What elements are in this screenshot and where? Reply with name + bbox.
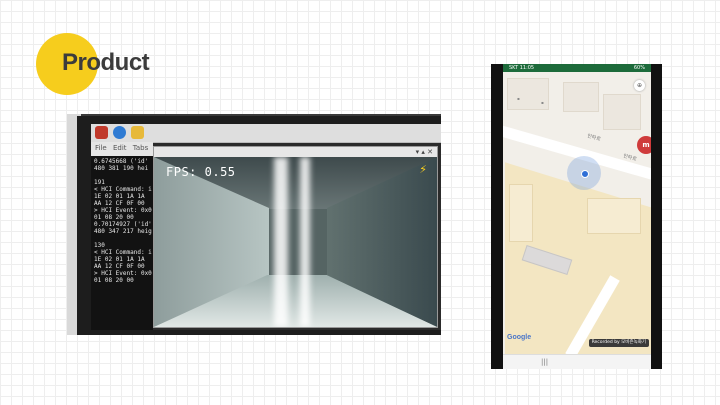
terminal-line: 130: [94, 242, 105, 249]
terminal-line: AA 12 CF 0F 00: [94, 263, 145, 270]
browser-icon[interactable]: [113, 126, 126, 139]
phone-screen: SKT 11:05 60% ▪ ▪ 인하로 인하로 ⊕ m Google Rec…: [503, 64, 651, 369]
folder-icon[interactable]: [131, 126, 144, 139]
road-label: 인하로: [586, 133, 602, 143]
terminal-line: 480 347 217 heig: [94, 228, 152, 235]
desktop-taskbar: [91, 124, 441, 143]
map-poi-label: ▪: [541, 100, 544, 105]
terminal-output: 0.6745668 ('id' 480 381 190 hei 191 < HC…: [91, 156, 153, 330]
camera-window[interactable]: ▾ ▴ ✕ FPS: 0.55 ⚡: [153, 146, 438, 328]
recorder-badge: Recorded by 모비즌녹화기: [588, 339, 649, 347]
terminal-line: > HCI Event: 0x0: [94, 207, 152, 214]
terminal-line: AA 12 CF 0F 00: [94, 200, 145, 207]
terminal-line: 0.6745668 ('id': [94, 158, 149, 165]
map-building: [587, 198, 641, 234]
menu-file[interactable]: File: [95, 144, 107, 152]
lightning-icon: ⚡: [419, 163, 427, 176]
terminal-window[interactable]: File Edit Tabs 0.6745668 ('id' 480 381 1…: [91, 142, 153, 330]
menu-tabs[interactable]: Tabs: [133, 144, 149, 152]
monitor-screen: File Edit Tabs 0.6745668 ('id' 480 381 1…: [91, 124, 441, 330]
map-view[interactable]: ▪ ▪ 인하로 인하로 ⊕ m Google Recorded by 모비즌녹화…: [503, 72, 651, 355]
terminal-line: 01 08 20 00: [94, 277, 134, 284]
terminal-line: > HCI Event: 0x0: [94, 270, 152, 277]
status-bar: SKT 11:05 60%: [503, 64, 651, 72]
terminal-line: 480 381 190 hei: [94, 165, 149, 172]
terminal-line: 0.70174927 ('id': [94, 221, 152, 228]
map-block: [563, 82, 599, 112]
monitor-photo: File Edit Tabs 0.6745668 ('id' 480 381 1…: [67, 114, 441, 335]
terminal-menu: File Edit Tabs: [91, 142, 153, 156]
recent-apps-icon[interactable]: |||: [541, 358, 548, 366]
my-location-button[interactable]: ⊕: [634, 80, 645, 91]
map-building: [509, 184, 533, 242]
terminal-line: 1E 02 01 1A 1A: [94, 193, 145, 200]
map-red-pin[interactable]: m: [637, 136, 651, 154]
map-block: [603, 94, 641, 130]
camera-window-titlebar[interactable]: ▾ ▴ ✕: [154, 147, 437, 157]
terminal-line: 01 08 20 00: [94, 214, 134, 221]
map-poi-label: ▪: [517, 96, 520, 101]
window-controls[interactable]: ▾ ▴ ✕: [416, 148, 433, 156]
map-block: [507, 78, 549, 110]
carrier-time: SKT 11:05: [509, 65, 535, 71]
light-glare: [300, 157, 310, 327]
current-location-marker: [581, 170, 589, 178]
monitor-bezel: File Edit Tabs 0.6745668 ('id' 480 381 1…: [77, 116, 441, 335]
battery-level: 60%: [633, 65, 645, 71]
android-nav-bar: |||: [503, 354, 651, 369]
raspberry-menu-icon[interactable]: [95, 126, 108, 139]
fps-readout: FPS: 0.55: [166, 165, 236, 179]
light-glare: [274, 157, 288, 327]
menu-edit[interactable]: Edit: [113, 144, 127, 152]
terminal-line: < HCI Command: i: [94, 249, 152, 256]
google-logo: Google: [507, 334, 532, 341]
camera-feed: FPS: 0.55 ⚡: [154, 157, 437, 327]
terminal-line: 1E 02 01 1A 1A: [94, 256, 145, 263]
terminal-line: 191: [94, 179, 105, 186]
terminal-line: < HCI Command: i: [94, 186, 152, 193]
page-title: Product: [62, 49, 150, 76]
phone-screenshot: SKT 11:05 60% ▪ ▪ 인하로 인하로 ⊕ m Google Rec…: [491, 64, 662, 369]
